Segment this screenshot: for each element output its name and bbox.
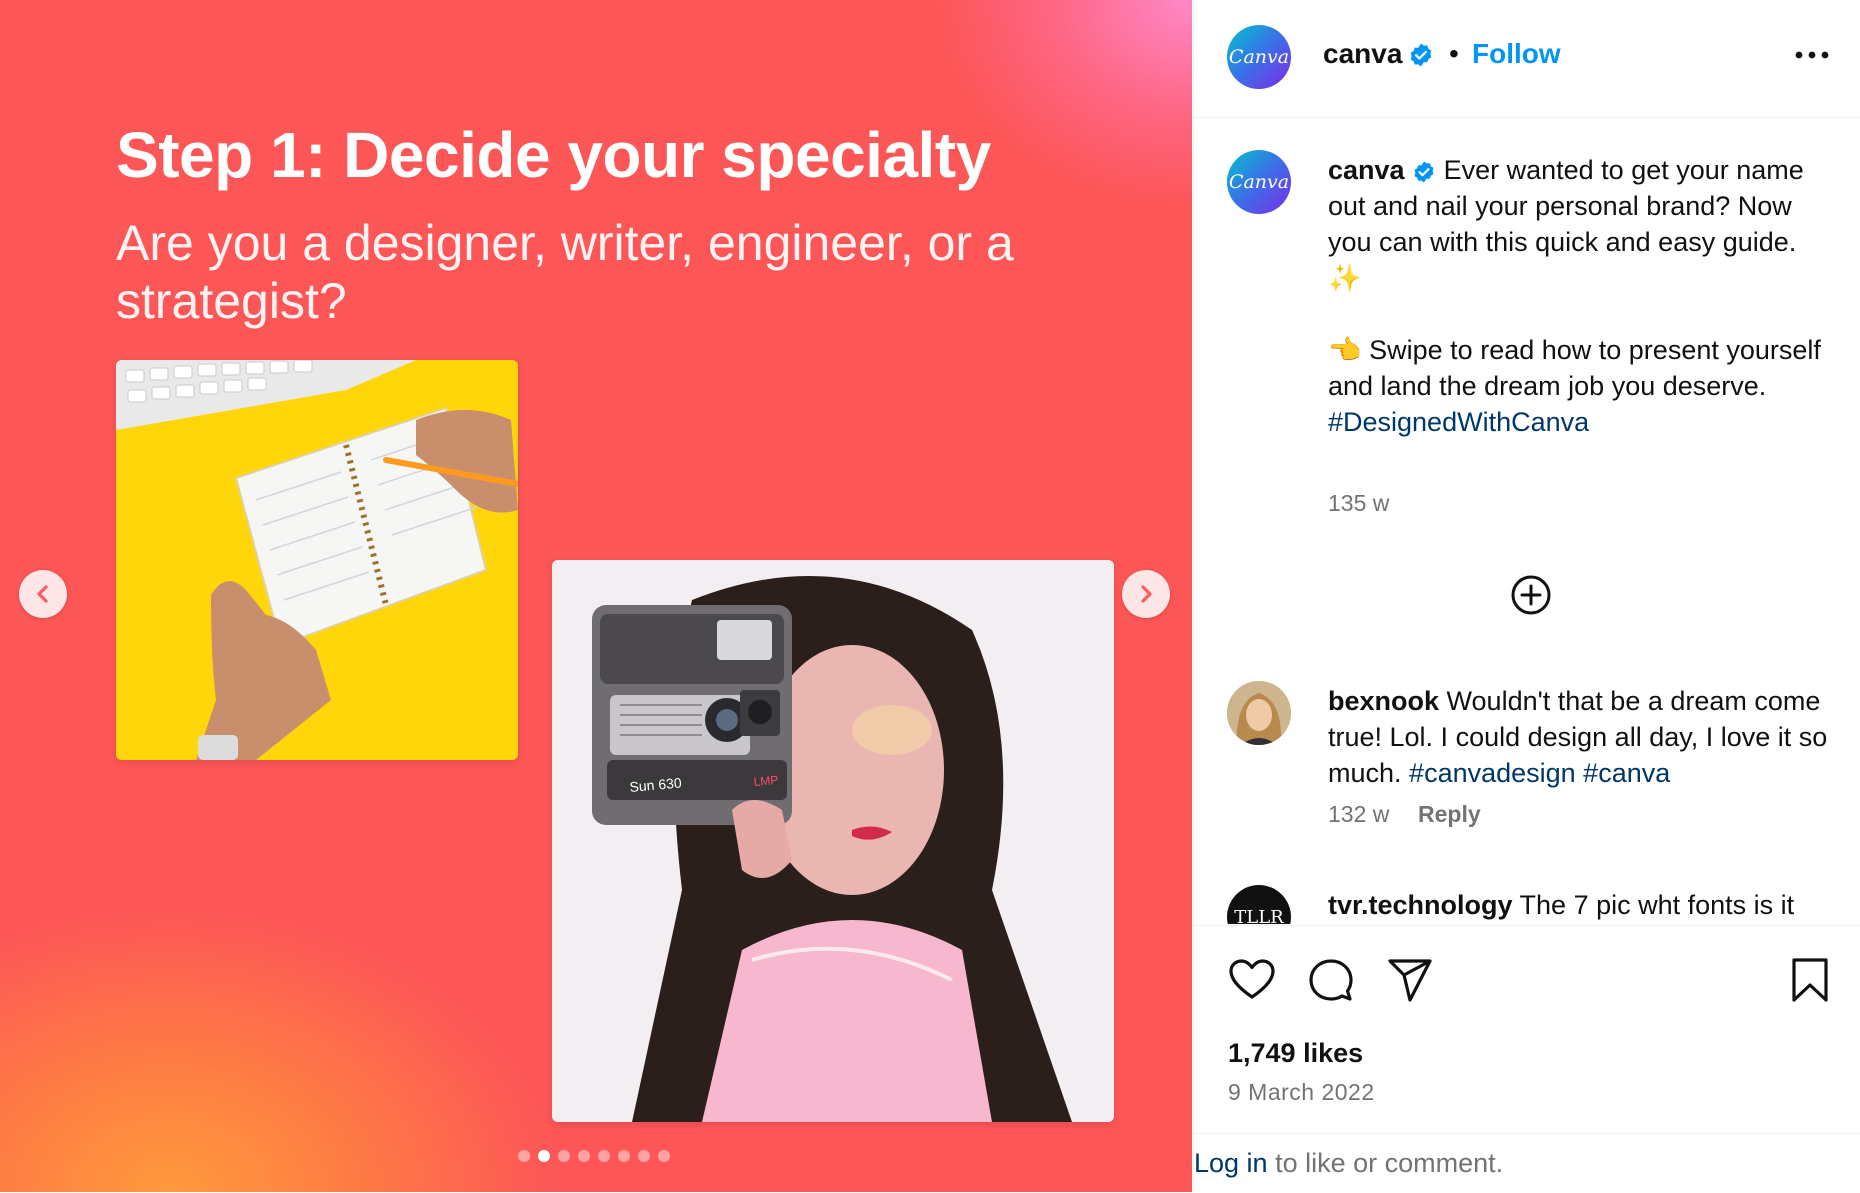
likes-count[interactable]: 1,749 likes <box>1228 1038 1363 1069</box>
next-slide-button[interactable] <box>1122 570 1170 618</box>
post-media: Step 1: Decide your specialty Are you a … <box>0 0 1192 1192</box>
slide-dot <box>558 1150 570 1162</box>
comment: tvr.technology The 7 pic wht fonts is it <box>1328 887 1848 923</box>
post-date[interactable]: 9 March 2022 <box>1228 1079 1375 1106</box>
slide-dot-active <box>538 1150 550 1162</box>
pointing-emoji: 👈 <box>1328 335 1362 365</box>
comments-section[interactable]: Canva canva Ever wanted to get your name… <box>1194 118 1860 924</box>
plus-circle-icon <box>1511 575 1551 615</box>
chevron-left-icon <box>37 585 48 603</box>
caption-timestamp[interactable]: 135 w <box>1328 490 1389 517</box>
account-avatar[interactable]: Canva <box>1227 25 1291 89</box>
sparkles-emoji: ✨ <box>1328 263 1362 293</box>
slide-title: Step 1: Decide your specialty <box>116 119 991 191</box>
header-separator: • <box>1449 38 1459 69</box>
follow-button[interactable]: Follow <box>1472 38 1561 70</box>
comment-timestamp[interactable]: 132 w <box>1328 801 1389 828</box>
post-header: Canva canva • Follow <box>1194 0 1860 118</box>
login-link[interactable]: Log in <box>1194 1148 1268 1178</box>
bookmark-icon[interactable] <box>1786 956 1834 1004</box>
notebook-photo <box>116 360 518 760</box>
comment-username[interactable]: bexnook <box>1328 686 1439 716</box>
caption-text-2: Swipe to read how to present yourself an… <box>1328 335 1821 401</box>
post-sidebar: Canva canva • Follow Canva canva Ever wa… <box>1193 0 1860 1193</box>
camera-brand-label: LMP <box>753 773 779 789</box>
heart-icon[interactable] <box>1228 956 1276 1004</box>
load-more-comments-button[interactable] <box>1506 570 1556 620</box>
slide-dot <box>578 1150 590 1162</box>
commenter-avatar[interactable]: TLLR <box>1227 885 1291 924</box>
comment-text: The 7 pic wht fonts is it <box>1519 890 1795 920</box>
slide-dot <box>658 1150 670 1162</box>
verified-badge-icon <box>1410 43 1432 67</box>
slide-subtitle: Are you a designer, writer, engineer, or… <box>116 215 1014 329</box>
slide-dot <box>638 1150 650 1162</box>
caption-avatar[interactable]: Canva <box>1227 150 1291 214</box>
avatar-text: Canva <box>1228 46 1290 68</box>
commenter-avatar[interactable] <box>1227 681 1291 745</box>
login-prompt: Log in to like or comment. <box>1194 1133 1860 1193</box>
avatar-text: TLLR <box>1234 906 1284 925</box>
more-options-icon <box>1795 51 1829 59</box>
comment-icon[interactable] <box>1307 956 1355 1004</box>
verified-badge-icon <box>1414 161 1434 183</box>
post-caption: canva Ever wanted to get your name out a… <box>1328 152 1828 440</box>
comment: bexnook Wouldn't that be a dream come tr… <box>1328 683 1838 791</box>
slide-dot <box>518 1150 530 1162</box>
chevron-right-icon <box>1141 585 1152 603</box>
comment-username[interactable]: tvr.technology <box>1328 890 1513 920</box>
slide-dot <box>618 1150 630 1162</box>
comment-hashtags[interactable]: #canvadesign #canva <box>1409 758 1670 788</box>
avatar-text: Canva <box>1228 171 1290 193</box>
post-actions: 1,749 likes 9 March 2022 <box>1194 925 1860 1136</box>
login-prompt-text: Log in to like or comment. <box>1194 1148 1503 1179</box>
login-rest-text: to like or comment. <box>1275 1148 1504 1178</box>
caption-hashtag[interactable]: #DesignedWithCanva <box>1328 407 1589 437</box>
camera-portrait-photo: Sun 630 LMP <box>552 560 1114 1122</box>
previous-slide-button[interactable] <box>19 570 67 618</box>
account-username[interactable]: canva <box>1323 38 1402 70</box>
share-icon[interactable] <box>1386 956 1434 1004</box>
slide-dot <box>598 1150 610 1162</box>
caption-username[interactable]: canva <box>1328 155 1405 185</box>
slide-indicator <box>518 1150 670 1162</box>
more-options-button[interactable] <box>1790 40 1834 70</box>
reply-button[interactable]: Reply <box>1418 801 1481 828</box>
